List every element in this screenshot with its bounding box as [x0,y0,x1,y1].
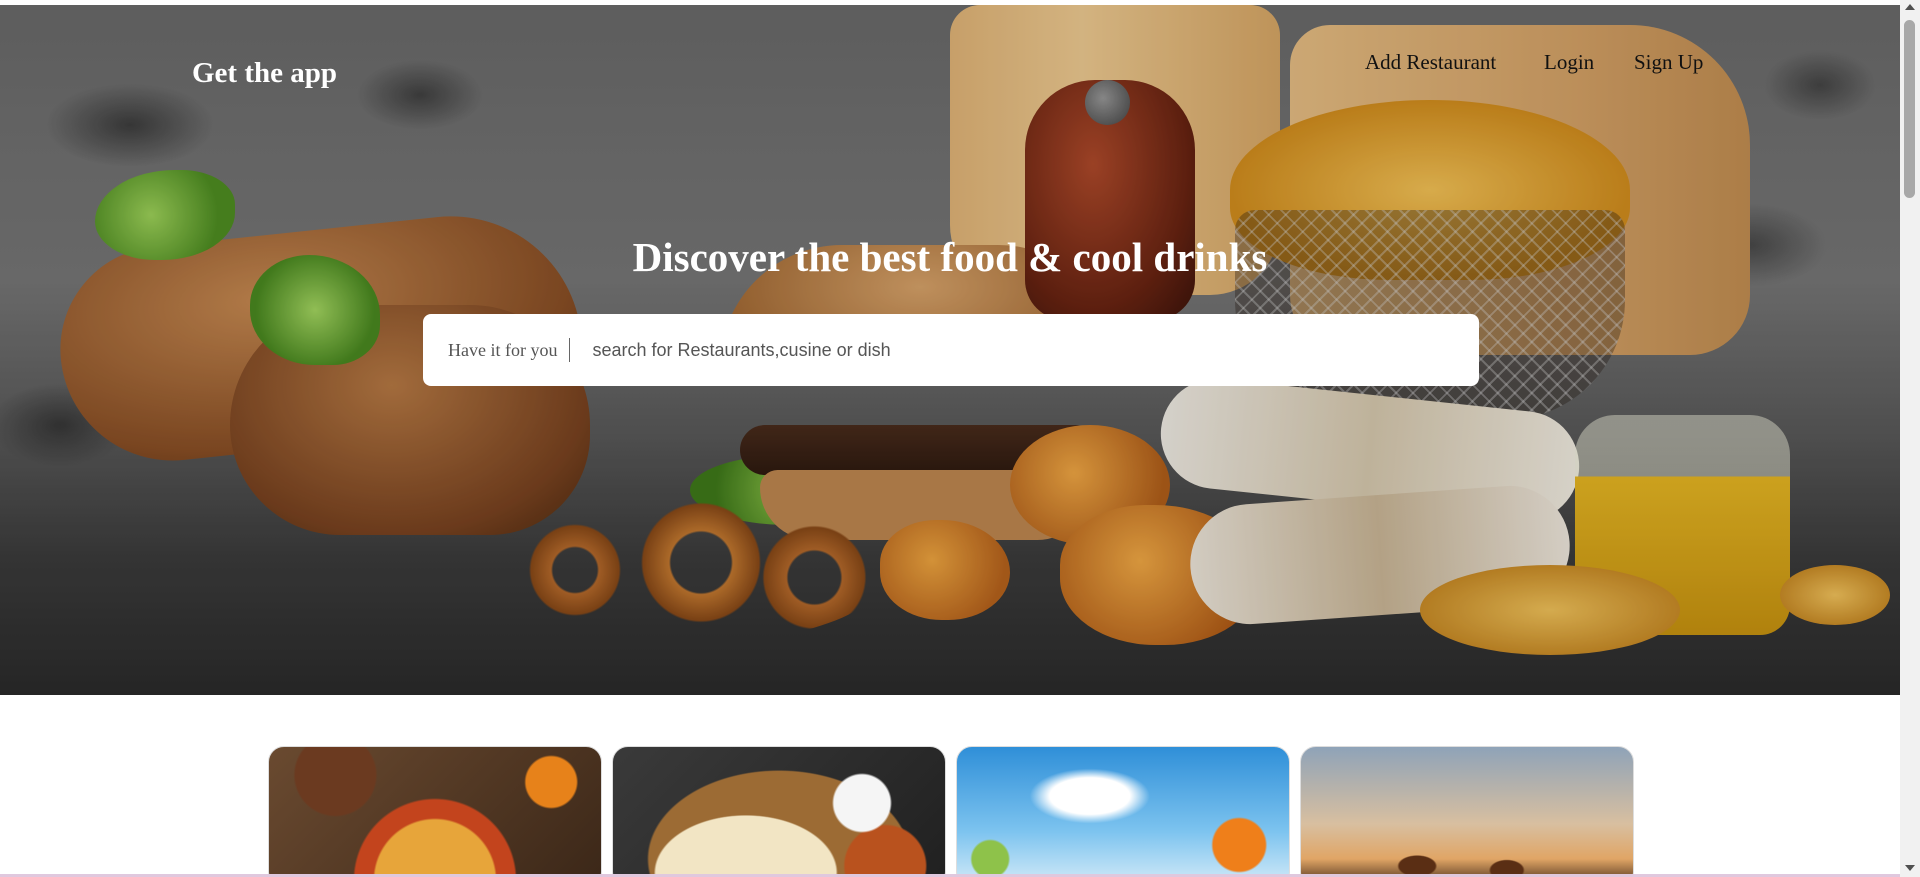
search-input[interactable] [590,329,1479,371]
get-the-app-link[interactable]: Get the app [192,57,337,90]
signup-link[interactable]: Sign Up [1634,50,1703,75]
page: Get the app Add Restaurant Login Sign Up… [0,0,1900,877]
category-cards [268,746,1634,877]
login-link[interactable]: Login [1544,50,1594,75]
search-divider [569,338,571,362]
add-restaurant-link[interactable]: Add Restaurant [1365,50,1496,75]
search-bar: Have it for you [423,314,1479,386]
scroll-down-arrow-icon[interactable] [1905,865,1915,871]
scrollbar-thumb[interactable] [1904,20,1915,198]
vertical-scrollbar[interactable] [1900,0,1920,877]
location-label[interactable]: Have it for you [448,340,557,361]
scroll-up-arrow-icon[interactable] [1905,4,1915,10]
category-card-pizza[interactable] [268,746,602,877]
hero-headline: Discover the best food & cool drinks [632,234,1268,280]
category-card-drinks[interactable] [956,746,1290,877]
category-card-beer[interactable] [1300,746,1634,877]
category-card-naan[interactable] [612,746,946,877]
